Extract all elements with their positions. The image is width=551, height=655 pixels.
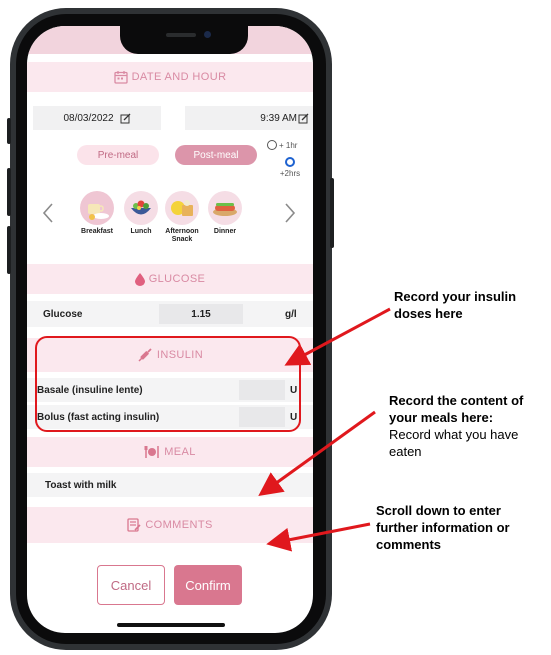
annotation-line: eaten [389, 444, 422, 459]
section-meal: MEAL [27, 437, 313, 467]
pre-meal-label: Pre-meal [97, 149, 139, 161]
glucose-unit: g/l [285, 309, 297, 320]
section-date-hour: DATE AND HOUR [27, 62, 313, 92]
calendar-icon [113, 71, 128, 84]
snack-icon [165, 191, 199, 225]
section-comments[interactable]: COMMENTS [27, 507, 313, 543]
dinner-icon [208, 191, 242, 225]
annotation-line: Record the content of [389, 393, 524, 408]
post-meal-label: Post-meal [193, 149, 239, 161]
note-icon [127, 518, 141, 532]
time-value: 9:39 AM [260, 112, 297, 124]
volume-up-button [7, 168, 11, 216]
annotation-line: your meals here: [389, 410, 494, 425]
post-meal-button[interactable]: Post-meal [175, 145, 257, 165]
chevron-left-icon[interactable] [42, 202, 54, 229]
meal-dinner[interactable]: Dinner [205, 191, 245, 236]
insulin-highlight-box [35, 336, 301, 432]
camera [204, 31, 211, 38]
chevron-right-icon[interactable] [284, 202, 296, 229]
glucose-row: Glucose 1.15 g/l [27, 301, 313, 327]
option-1hr-radio[interactable]: + 1hr [267, 140, 297, 150]
section-glucose: GLUCOSE [27, 264, 313, 294]
glucose-value: 1.15 [191, 308, 211, 320]
drop-icon [134, 272, 145, 286]
power-button [330, 178, 334, 248]
meal-label: Afternoon Snack [165, 228, 199, 243]
section-title: MEAL [164, 446, 196, 458]
meal-breakfast[interactable]: Breakfast [77, 191, 117, 236]
confirm-button[interactable]: Confirm [174, 565, 242, 605]
volume-down-button [7, 226, 11, 274]
glucose-input[interactable]: 1.15 [159, 304, 243, 324]
meal-label: Breakfast [81, 228, 113, 235]
cutlery-icon [144, 446, 159, 458]
annotation-line: Record your insulin [394, 289, 517, 304]
meal-lunch[interactable]: Lunch [121, 191, 161, 236]
date-field[interactable]: 08/03/2022 [33, 106, 161, 130]
breakfast-icon [80, 191, 114, 225]
section-title: DATE AND HOUR [131, 71, 227, 83]
app-screen: DATE AND HOUR 08/03/2022 9:39 AM Pre-mea… [27, 26, 313, 633]
cancel-label: Cancel [110, 577, 152, 593]
notch [120, 26, 248, 54]
meal-label: Lunch [130, 228, 152, 235]
annotation-line: Record what you have [389, 427, 519, 442]
annotation-meal: Record the content of your meals here: R… [389, 392, 523, 460]
date-value: 08/03/2022 [63, 112, 114, 124]
annotation-line: comments [376, 537, 442, 552]
meal-text: Toast with milk [45, 480, 117, 491]
lunch-icon [124, 191, 158, 225]
time-field[interactable]: 9:39 AM [185, 106, 313, 130]
confirm-label: Confirm [185, 577, 231, 593]
speaker [166, 33, 196, 37]
annotation-line: further information or [376, 520, 510, 535]
annotation-line: doses here [394, 306, 463, 321]
section-title: COMMENTS [145, 519, 213, 531]
glucose-label: Glucose [43, 309, 83, 320]
annotation-line: Scroll down to enter [376, 503, 501, 518]
home-indicator [117, 623, 225, 627]
radio-circle [267, 140, 277, 150]
meal-afternoon-snack[interactable]: Afternoon Snack [162, 191, 202, 244]
edit-icon [120, 113, 130, 123]
pre-meal-button[interactable]: Pre-meal [77, 145, 159, 165]
section-title: GLUCOSE [148, 273, 206, 285]
annotation-insulin: Record your insulin doses here [394, 288, 516, 322]
option-1hr-label: + 1hr [279, 140, 298, 150]
option-2hrs-label: +2hrs [279, 169, 301, 178]
option-2hrs-radio[interactable]: +2hrs [275, 157, 305, 178]
cancel-button[interactable]: Cancel [97, 565, 165, 605]
meal-label: Dinner [213, 228, 237, 235]
annotation-scroll: Scroll down to enter further information… [376, 502, 510, 553]
meal-input[interactable]: Toast with milk [27, 473, 313, 497]
radio-selected [285, 157, 295, 167]
mute-switch [7, 118, 11, 144]
edit-icon [298, 113, 309, 123]
